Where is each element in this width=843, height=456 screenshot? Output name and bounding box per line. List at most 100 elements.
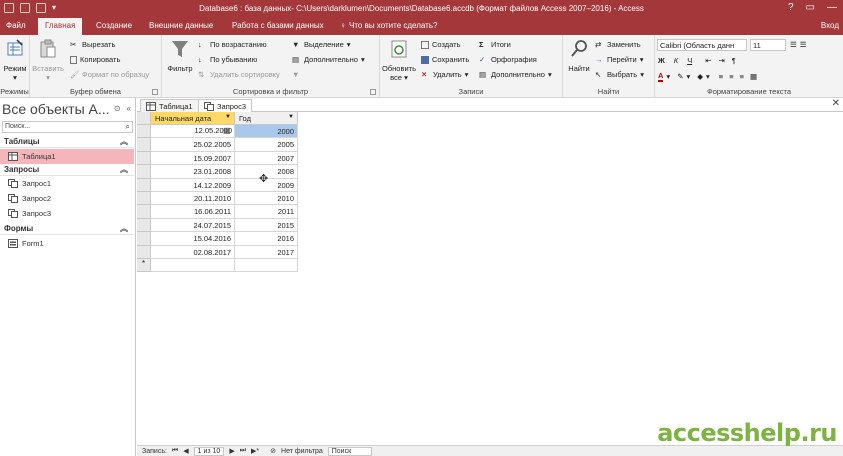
last-record-icon[interactable]: ⏭ xyxy=(240,447,246,455)
row-selector[interactable] xyxy=(137,192,151,206)
row-selector[interactable] xyxy=(137,218,151,233)
new-row-selector[interactable]: * xyxy=(137,259,151,273)
font-color-button[interactable]: A xyxy=(658,71,664,82)
new-record-button[interactable]: Создать xyxy=(421,40,461,49)
font-name-select[interactable]: Calibri (Область данн xyxy=(657,39,747,51)
sort-ascending-button[interactable]: ↓ По возрастанию xyxy=(198,40,267,49)
italic-button[interactable]: К xyxy=(674,56,678,65)
tell-me-box[interactable]: ♀ Что вы хотите сделать? xyxy=(340,21,437,30)
cell-start-date[interactable]: 25.02.2005 xyxy=(151,138,235,152)
row-selector[interactable] xyxy=(137,205,151,219)
cell-start-date[interactable]: 16.06.2011 xyxy=(151,205,235,219)
advanced-filter-button[interactable]: ▤ Дополнительно ▾ xyxy=(292,55,365,64)
tab-database-tools[interactable]: Работа с базами данных xyxy=(232,21,324,30)
bold-button[interactable]: Ж xyxy=(658,56,665,65)
nav-item-form1[interactable]: Form1 xyxy=(0,236,134,251)
fill-color-icon[interactable]: ◆ xyxy=(697,72,703,81)
cell-start-date[interactable]: 24.07.2015 xyxy=(151,218,235,233)
toggle-filter-button[interactable]: ▼ xyxy=(292,70,304,79)
nav-search-input[interactable]: Поиск... ⌕ xyxy=(2,121,133,133)
underline-button[interactable]: Ч xyxy=(687,56,692,65)
nav-item-table1[interactable]: Таблица1 xyxy=(0,149,134,164)
new-row-cell[interactable] xyxy=(151,259,235,273)
align-right-icon[interactable]: ≡ xyxy=(740,72,744,81)
delete-record-button[interactable]: ✕ Удалить ▾ xyxy=(421,70,468,79)
refresh-all-button[interactable]: Обновить все ▾ xyxy=(380,38,418,82)
first-record-icon[interactable]: ⏮ xyxy=(172,447,178,455)
cell-year[interactable]: 2005 xyxy=(235,138,298,152)
copy-button[interactable]: Копировать xyxy=(70,55,120,64)
highlight-icon[interactable]: ✎ xyxy=(677,72,683,81)
next-record-icon[interactable]: ▶ xyxy=(229,447,234,455)
nav-pane-title[interactable]: Все объекты A... xyxy=(2,101,110,117)
help-button[interactable]: ? xyxy=(788,2,794,13)
indent-increase-icon[interactable]: ⇥ xyxy=(719,56,725,65)
cell-start-date[interactable]: 02.08.2017 xyxy=(151,245,235,259)
align-center-icon[interactable]: ≡ xyxy=(729,72,733,81)
cell-start-date[interactable]: 14.12.2009 xyxy=(151,178,235,192)
format-painter-button[interactable]: 🖌 Формат по образцу xyxy=(70,70,149,79)
cell-year[interactable]: 2007 xyxy=(235,151,298,166)
cell-year[interactable]: 2000 xyxy=(235,125,298,139)
row-selector[interactable] xyxy=(137,125,151,139)
nav-item-query1[interactable]: Запрос1 xyxy=(0,176,134,191)
date-picker-icon[interactable]: ▦ xyxy=(223,126,231,135)
row-selector[interactable] xyxy=(137,245,151,259)
cell-year[interactable]: 2017 xyxy=(235,245,298,259)
cell-start-date[interactable]: 15.04.2016 xyxy=(151,232,235,246)
cell-year[interactable]: 2011 xyxy=(235,205,298,219)
sign-in-link[interactable]: Вход xyxy=(821,21,839,30)
row-selector[interactable] xyxy=(137,178,151,192)
cut-button[interactable]: ✂ Вырезать xyxy=(70,40,115,49)
cell-start-date[interactable]: 20.11.2010 xyxy=(151,192,235,206)
select-all-corner[interactable] xyxy=(137,112,151,125)
remove-sort-button[interactable]: ⇅ Удалить сортировку xyxy=(198,70,280,79)
view-button[interactable]: Режим ▾ xyxy=(2,38,28,82)
font-color-dropdown-icon[interactable]: ▾ xyxy=(666,72,670,81)
record-position-input[interactable]: 1 из 10 xyxy=(193,446,225,456)
cell-year[interactable]: 2016 xyxy=(235,232,298,246)
bullets-icon[interactable]: ☰ xyxy=(790,40,797,49)
filter-state-label[interactable]: Нет фильтра xyxy=(281,448,323,455)
shutter-bar-icon[interactable]: « xyxy=(127,104,131,113)
minimize-button[interactable]: — xyxy=(827,2,837,13)
row-selector[interactable] xyxy=(137,232,151,246)
tab-file[interactable]: Файл xyxy=(6,21,26,30)
indent-decrease-icon[interactable]: ⇤ xyxy=(705,56,711,65)
select-button[interactable]: ↖ Выбрать ▾ xyxy=(595,70,644,79)
align-left-icon[interactable]: ≡ xyxy=(719,72,723,81)
column-filter-dropdown-icon[interactable]: ▼ xyxy=(288,114,294,120)
cell-year[interactable]: 2015 xyxy=(235,218,298,233)
font-size-select[interactable]: 11 xyxy=(750,39,786,51)
tab-create[interactable]: Создание xyxy=(96,21,132,30)
status-search-input[interactable]: Поиск xyxy=(327,446,372,456)
tab-home[interactable]: Главная xyxy=(38,18,83,35)
close-document-icon[interactable]: ✕ xyxy=(832,98,840,109)
doc-tab-table1[interactable]: Таблица1 xyxy=(140,99,199,112)
nav-item-query2[interactable]: Запрос2 xyxy=(0,191,134,206)
save-record-button[interactable]: Сохранить xyxy=(421,55,469,64)
gridlines-icon[interactable]: ▦ xyxy=(750,72,757,81)
clipboard-launcher-icon[interactable] xyxy=(152,89,158,95)
cell-year[interactable]: 2010 xyxy=(235,192,298,206)
column-filter-dropdown-icon[interactable]: ▼ xyxy=(225,114,231,120)
ribbon-display-icon[interactable]: ▭ xyxy=(806,2,815,13)
sort-filter-launcher-icon[interactable] xyxy=(370,89,376,95)
new-row-cell[interactable] xyxy=(235,259,298,273)
paste-button[interactable]: Вставить ▾ xyxy=(32,38,64,82)
row-selector[interactable] xyxy=(137,165,151,179)
more-records-button[interactable]: ▤ Дополнительно ▾ xyxy=(479,70,552,79)
previous-record-icon[interactable]: ◀ xyxy=(183,447,188,455)
sort-descending-button[interactable]: ↓ По убыванию xyxy=(198,55,257,64)
rtl-icon[interactable]: ¶ xyxy=(732,56,736,65)
row-selector[interactable] xyxy=(137,138,151,152)
replace-button[interactable]: ⇄ Заменить xyxy=(595,40,641,49)
new-record-nav-icon[interactable]: ▶* xyxy=(251,447,259,455)
nav-item-query3[interactable]: Запрос3 xyxy=(0,206,134,221)
column-header-year[interactable]: Год ▼ xyxy=(235,112,298,125)
nav-menu-icon[interactable]: ⊙ xyxy=(114,104,121,113)
fill-color-dropdown-icon[interactable]: ▾ xyxy=(706,72,710,81)
nav-group-forms[interactable]: Формы ︽ xyxy=(0,222,134,235)
selection-button[interactable]: ▼ Выделение ▾ xyxy=(292,40,351,49)
tab-external-data[interactable]: Внешние данные xyxy=(149,21,213,30)
